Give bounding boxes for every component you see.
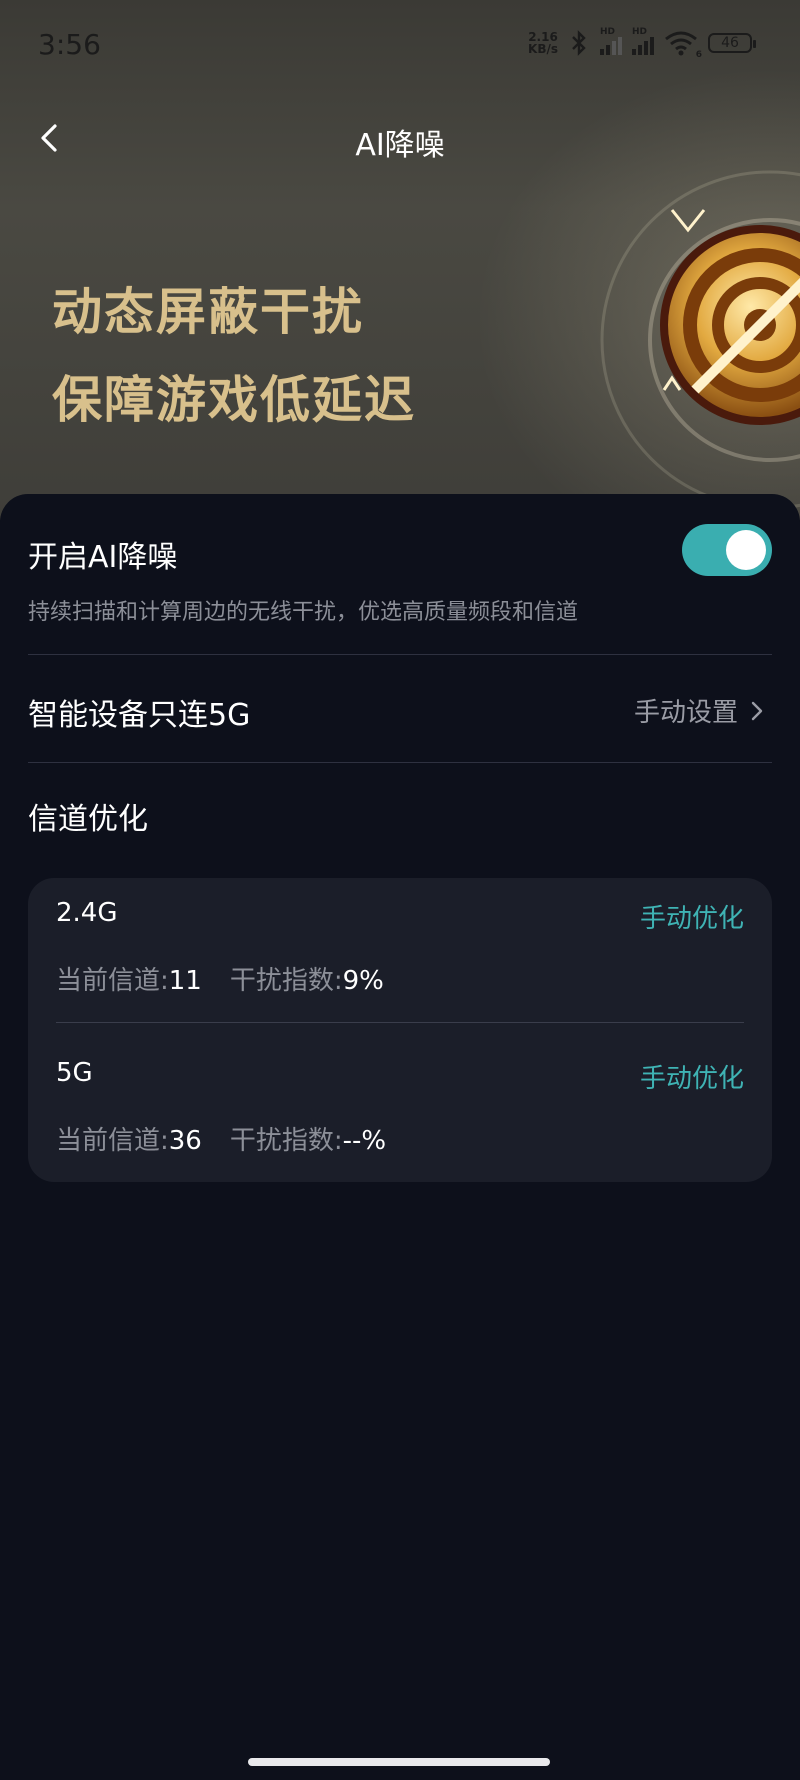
home-indicator[interactable] bbox=[248, 1758, 550, 1766]
card-divider bbox=[56, 1022, 744, 1023]
channel-card: 2.4G 手动优化 当前信道:11 干扰指数:9% 5G 手动优化 当前信道:36… bbox=[28, 878, 772, 1182]
manual-setting-link[interactable]: 手动设置 bbox=[634, 692, 766, 729]
ai-noise-title: 开启AI降噪 bbox=[28, 540, 178, 575]
battery-icon: 46 bbox=[708, 33, 756, 53]
cell-signal-icon-2: HD bbox=[632, 27, 654, 55]
manual-optimize-button-2-4g[interactable]: 手动优化 bbox=[640, 898, 744, 935]
settings-panel: 开启AI降噪 持续扫描和计算周边的无线干扰，优选高质量频段和信道 智能设备只连5… bbox=[0, 494, 800, 1780]
divider bbox=[28, 654, 772, 655]
hero-slogan-line2: 保障游戏低延迟 bbox=[52, 371, 416, 429]
manual-optimize-button-5g[interactable]: 手动优化 bbox=[640, 1058, 744, 1095]
noise-shield-emblem-icon bbox=[600, 170, 800, 510]
hero-slogan-line1: 动态屏蔽干扰 bbox=[52, 283, 364, 341]
divider bbox=[28, 762, 772, 763]
status-time: 3:56 bbox=[38, 28, 101, 61]
smart-5g-title[interactable]: 智能设备只连5G bbox=[28, 690, 250, 734]
wifi-icon: 6 bbox=[664, 30, 702, 60]
interference-value: 9% bbox=[342, 966, 384, 996]
interference-value: --% bbox=[342, 1126, 387, 1156]
toggle-knob bbox=[726, 530, 766, 570]
status-icons: 2.16 KB/s HD HD 6 46 bbox=[528, 27, 756, 60]
manual-setting-label: 手动设置 bbox=[633, 698, 738, 728]
band-name-2-4g: 2.4G bbox=[56, 898, 118, 928]
channel-value: 11 bbox=[168, 966, 202, 996]
ai-noise-toggle[interactable] bbox=[682, 524, 772, 576]
channel-optimization-title: 信道优化 bbox=[28, 802, 148, 837]
network-speed: 2.16 KB/s bbox=[528, 30, 558, 56]
band-name-5g: 5G bbox=[56, 1058, 93, 1088]
cell-signal-icon-1: HD bbox=[600, 27, 622, 55]
band-info-2-4g: 当前信道:11 干扰指数:9% bbox=[56, 966, 384, 996]
chevron-right-icon bbox=[751, 701, 763, 720]
ai-noise-description: 持续扫描和计算周边的无线干扰，优选高质量频段和信道 bbox=[28, 600, 579, 625]
bluetooth-icon bbox=[572, 30, 586, 56]
channel-value: 36 bbox=[168, 1126, 202, 1156]
hero-banner: 3:56 2.16 KB/s HD HD 6 46 AI降噪 动态屏蔽干扰 保障… bbox=[0, 0, 800, 520]
status-bar: 3:56 2.16 KB/s HD HD 6 46 bbox=[0, 0, 800, 90]
band-info-5g: 当前信道:36 干扰指数:--% bbox=[56, 1126, 387, 1156]
